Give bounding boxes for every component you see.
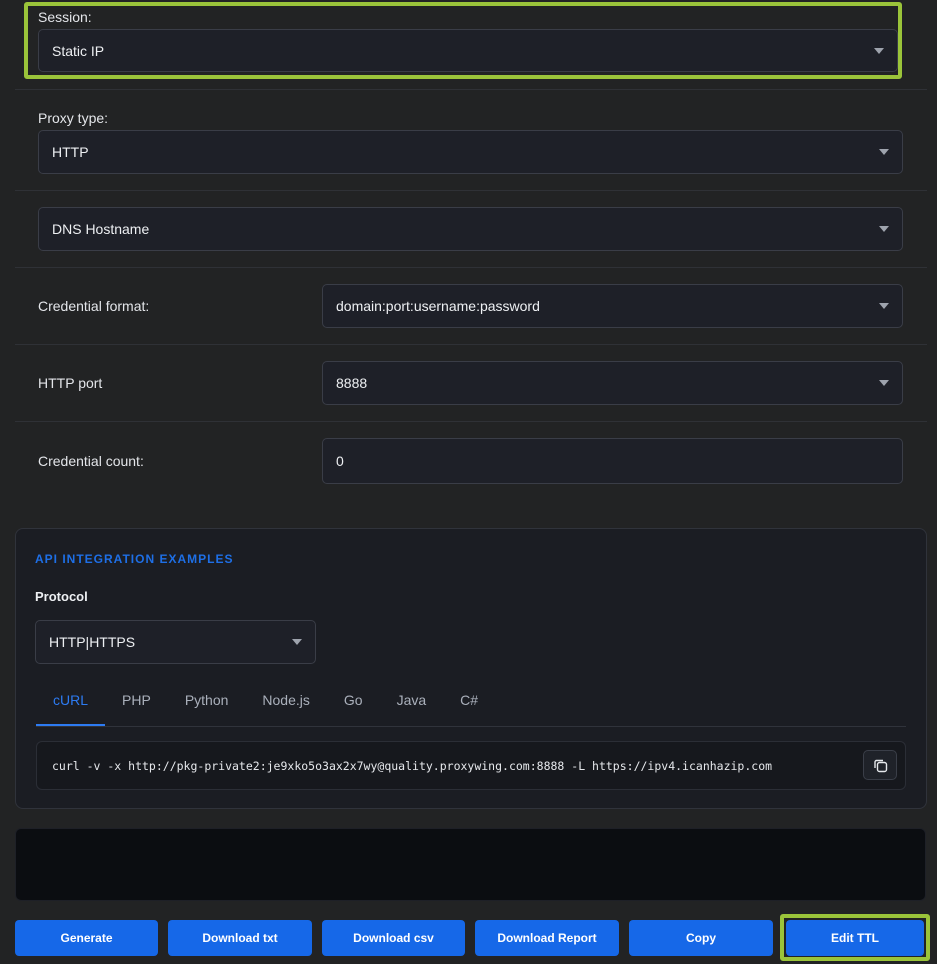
- language-tabs: cURL PHP Python Node.js Go Java C#: [36, 683, 495, 726]
- credential-count-input[interactable]: 0: [322, 438, 903, 484]
- credential-format-label: Credential format:: [38, 298, 150, 314]
- tab-curl[interactable]: cURL: [36, 683, 106, 726]
- divider: [15, 421, 927, 422]
- session-label: Session:: [38, 9, 92, 25]
- edit-ttl-button[interactable]: Edit TTL: [786, 920, 924, 956]
- protocol-select[interactable]: HTTP|HTTPS: [35, 620, 316, 664]
- chevron-down-icon: [879, 380, 889, 386]
- copy-icon: [873, 759, 887, 772]
- download-txt-button[interactable]: Download txt: [168, 920, 312, 956]
- proxy-type-select[interactable]: HTTP: [38, 130, 903, 174]
- chevron-down-icon: [874, 47, 884, 54]
- generate-button[interactable]: Generate: [15, 920, 158, 956]
- tab-csharp[interactable]: C#: [443, 683, 495, 726]
- output-area[interactable]: [15, 828, 926, 901]
- http-port-select[interactable]: 8888: [322, 361, 903, 405]
- divider: [15, 267, 927, 268]
- protocol-value: HTTP|HTTPS: [49, 634, 136, 650]
- chevron-down-icon: [292, 639, 302, 645]
- dns-select[interactable]: DNS Hostname: [38, 207, 903, 251]
- session-select[interactable]: Static IP: [38, 29, 898, 72]
- tab-go[interactable]: Go: [327, 683, 380, 726]
- session-value: Static IP: [52, 42, 105, 59]
- download-csv-button[interactable]: Download csv: [322, 920, 465, 956]
- download-report-button[interactable]: Download Report: [475, 920, 619, 956]
- tab-php[interactable]: PHP: [105, 683, 168, 726]
- code-text: curl -v -x http://pkg-private2:je9xko5o3…: [52, 758, 773, 773]
- divider: [15, 89, 927, 90]
- http-port-value: 8888: [336, 375, 368, 391]
- credential-format-select[interactable]: domain:port:username:password: [322, 284, 903, 328]
- copy-code-button[interactable]: [863, 750, 897, 780]
- chevron-down-icon: [879, 303, 889, 309]
- dns-value: DNS Hostname: [52, 221, 150, 237]
- credential-format-value: domain:port:username:password: [336, 298, 540, 314]
- chevron-down-icon: [879, 149, 889, 155]
- tab-java[interactable]: Java: [380, 683, 444, 726]
- credential-count-label: Credential count:: [38, 453, 144, 469]
- code-snippet: curl -v -x http://pkg-private2:je9xko5o3…: [36, 741, 906, 790]
- credential-count-value: 0: [336, 453, 344, 469]
- tab-python[interactable]: Python: [168, 683, 246, 726]
- proxy-type-value: HTTP: [52, 144, 89, 160]
- tabs-divider: [36, 726, 906, 727]
- chevron-down-icon: [879, 226, 889, 232]
- http-port-label: HTTP port: [38, 375, 103, 391]
- tab-nodejs[interactable]: Node.js: [245, 683, 326, 726]
- divider: [15, 344, 927, 345]
- copy-button[interactable]: Copy: [629, 920, 773, 956]
- proxy-type-label: Proxy type:: [38, 110, 109, 126]
- protocol-label: Protocol: [35, 589, 88, 604]
- divider: [15, 190, 927, 191]
- api-integration-title: API INTEGRATION EXAMPLES: [35, 552, 234, 566]
